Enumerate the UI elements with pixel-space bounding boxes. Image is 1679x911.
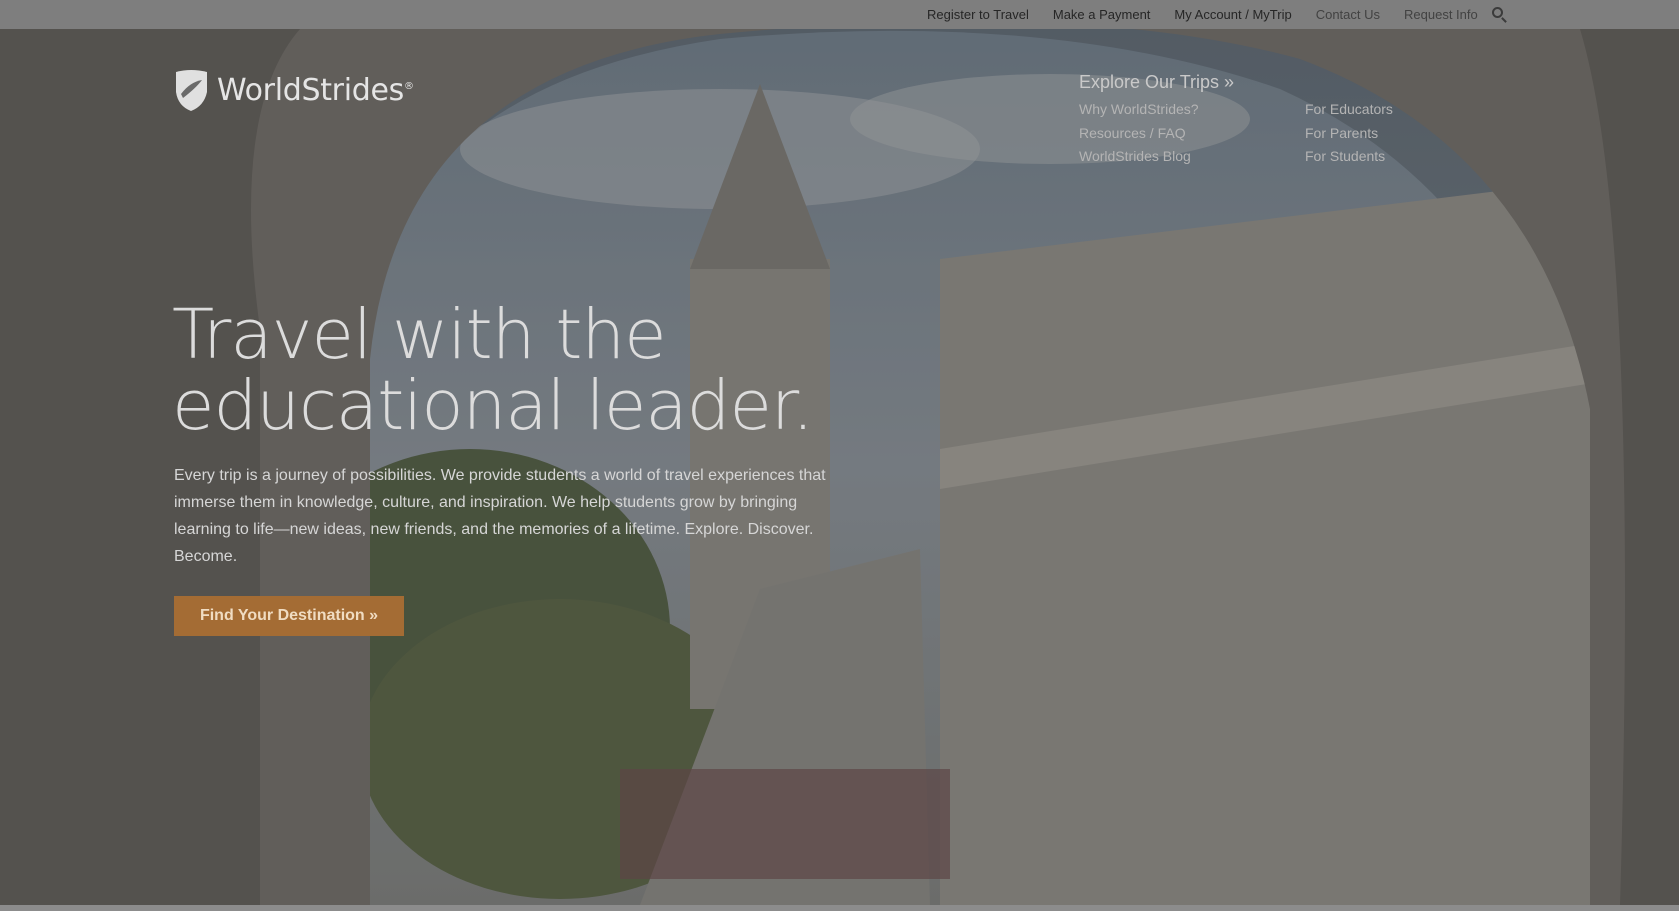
headline-line-1: Travel with the — [172, 295, 667, 375]
headline-line-2: educational leader. — [172, 366, 814, 446]
search-icon[interactable] — [1492, 7, 1503, 18]
hero-headline: Travel with the educational leader. — [172, 295, 814, 446]
make-payment-link[interactable]: Make a Payment — [1053, 7, 1151, 22]
blog-link[interactable]: WorldStrides Blog — [1079, 145, 1199, 169]
for-parents-link[interactable]: For Parents — [1305, 122, 1393, 146]
logo-wordmark: WorldStrides® — [217, 72, 414, 108]
nav-column-info: Why WorldStrides? Resources / FAQ WorldS… — [1079, 98, 1199, 169]
utility-nav: Register to Travel Make a Payment My Acc… — [927, 0, 1502, 29]
explore-trips-link[interactable]: Explore Our Trips » — [1079, 72, 1234, 93]
hero-description: Every trip is a journey of possibilities… — [174, 467, 826, 565]
resources-faq-link[interactable]: Resources / FAQ — [1079, 122, 1199, 146]
for-educators-link[interactable]: For Educators — [1305, 98, 1393, 122]
utility-bar: Register to Travel Make a Payment My Acc… — [0, 0, 1679, 29]
register-link[interactable]: Register to Travel — [927, 7, 1029, 22]
contact-us-link[interactable]: Contact Us — [1316, 7, 1380, 22]
logo-shield-icon — [176, 70, 207, 111]
request-info-link[interactable]: Request Info — [1404, 7, 1478, 22]
find-destination-button[interactable]: Find Your Destination » — [174, 596, 404, 636]
why-worldstrides-link[interactable]: Why WorldStrides? — [1079, 98, 1199, 122]
for-students-link[interactable]: For Students — [1305, 145, 1393, 169]
my-account-link[interactable]: My Account / MyTrip — [1174, 7, 1291, 22]
worldstrides-logo[interactable]: WorldStrides® — [174, 68, 414, 112]
page-bottom-edge — [0, 905, 1679, 911]
nav-column-audience: For Educators For Parents For Students — [1305, 98, 1393, 169]
